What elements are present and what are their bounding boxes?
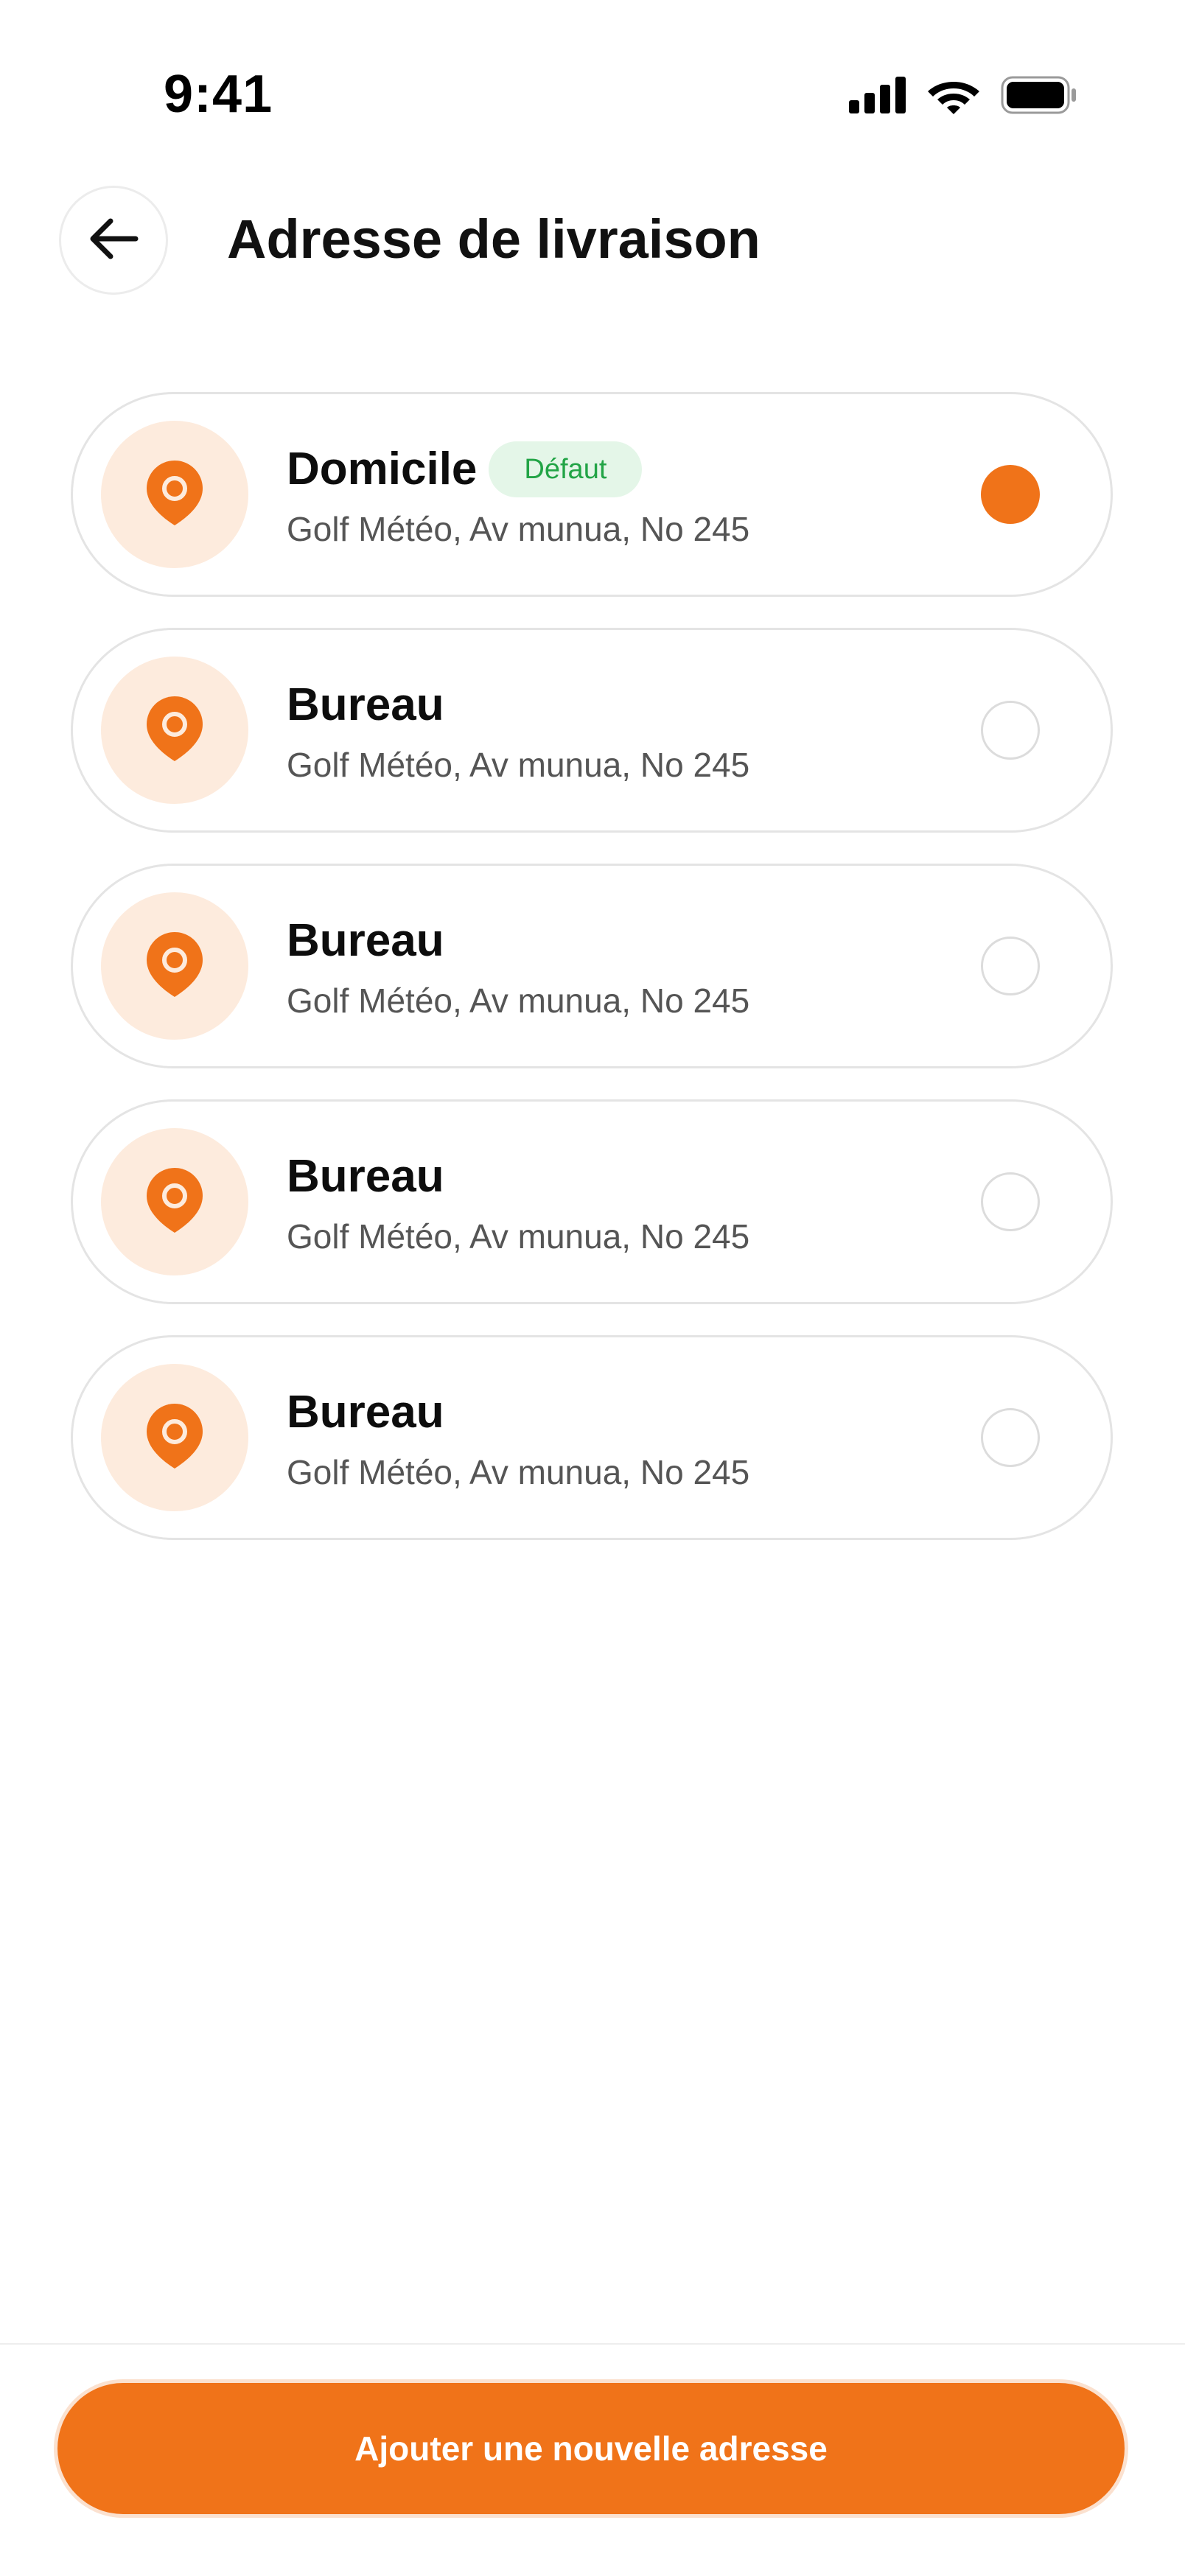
pin-badge — [101, 421, 248, 568]
address-name: Domicile — [287, 444, 478, 494]
address-list: Domicile Défaut Golf Météo, Av munua, No… — [71, 392, 1113, 1571]
radio-unselected[interactable] — [981, 1408, 1040, 1467]
back-button[interactable] — [59, 186, 168, 295]
arrow-left-icon — [87, 217, 140, 265]
location-pin-icon — [145, 1402, 204, 1474]
header: Adresse de livraison — [0, 184, 1185, 302]
address-line: Golf Météo, Av munua, No 245 — [287, 1217, 750, 1256]
add-address-button[interactable]: Ajouter une nouvelle adresse — [57, 2383, 1125, 2514]
address-card-bureau[interactable]: Bureau Golf Météo, Av munua, No 245 — [71, 1335, 1113, 1540]
radio-unselected[interactable] — [981, 1172, 1040, 1231]
status-time: 9:41 — [164, 65, 273, 124]
pin-badge — [101, 1364, 248, 1511]
radio-selected[interactable] — [981, 465, 1040, 524]
address-line: Golf Météo, Av munua, No 245 — [287, 746, 750, 784]
status-bar: 9:41 — [0, 0, 1185, 147]
status-icons — [849, 72, 1077, 118]
address-title-row: Bureau — [287, 676, 934, 735]
address-name: Bureau — [287, 915, 444, 966]
address-card-domicile[interactable]: Domicile Défaut Golf Météo, Av munua, No… — [71, 392, 1113, 597]
wifi-icon — [927, 76, 980, 114]
battery-icon — [1001, 76, 1077, 114]
address-card-bureau[interactable]: Bureau Golf Météo, Av munua, No 245 — [71, 1099, 1113, 1304]
pin-badge — [101, 892, 248, 1040]
radio-unselected[interactable] — [981, 701, 1040, 760]
address-text: Bureau Golf Météo, Av munua, No 245 — [287, 676, 934, 786]
address-title-row: Bureau — [287, 911, 934, 970]
address-card-bureau[interactable]: Bureau Golf Météo, Av munua, No 245 — [71, 864, 1113, 1068]
address-title-row: Domicile Défaut — [287, 440, 934, 499]
location-pin-icon — [145, 459, 204, 531]
address-name: Bureau — [287, 679, 444, 730]
address-text: Bureau Golf Météo, Av munua, No 245 — [287, 911, 934, 1022]
address-title-row: Bureau — [287, 1147, 934, 1206]
address-text: Bureau Golf Météo, Av munua, No 245 — [287, 1147, 934, 1258]
address-line: Golf Météo, Av munua, No 245 — [287, 1453, 750, 1491]
location-pin-icon — [145, 1166, 204, 1238]
default-badge: Défaut — [489, 441, 643, 497]
radio-unselected[interactable] — [981, 937, 1040, 995]
address-title-row: Bureau — [287, 1383, 934, 1442]
address-card-bureau[interactable]: Bureau Golf Météo, Av munua, No 245 — [71, 628, 1113, 833]
address-line: Golf Météo, Av munua, No 245 — [287, 510, 750, 548]
location-pin-icon — [145, 695, 204, 766]
page-title: Adresse de livraison — [227, 209, 761, 270]
address-text: Bureau Golf Météo, Av munua, No 245 — [287, 1383, 934, 1494]
footer-divider — [0, 2343, 1185, 2345]
address-name: Bureau — [287, 1151, 444, 1202]
pin-badge — [101, 1128, 248, 1275]
pin-badge — [101, 657, 248, 804]
cellular-signal-icon — [849, 77, 906, 113]
address-text: Domicile Défaut Golf Météo, Av munua, No… — [287, 440, 934, 550]
address-name: Bureau — [287, 1387, 444, 1438]
location-pin-icon — [145, 931, 204, 1002]
address-line: Golf Météo, Av munua, No 245 — [287, 981, 750, 1020]
